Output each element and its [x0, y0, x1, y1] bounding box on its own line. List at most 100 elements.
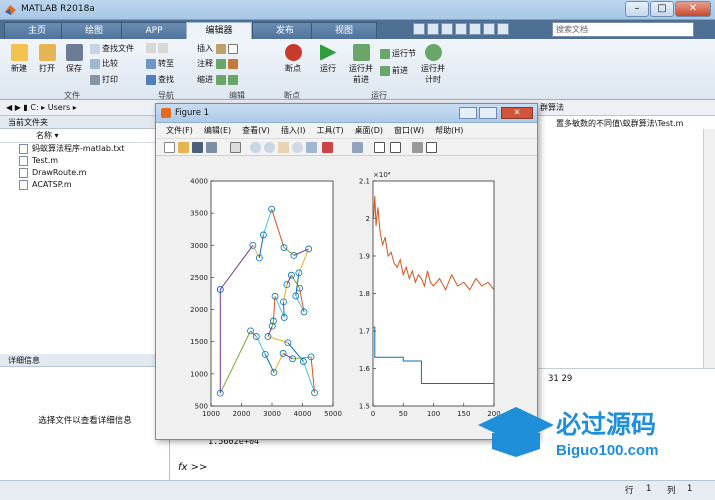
- figure-minimize-button[interactable]: [459, 107, 477, 119]
- close-button[interactable]: ✕: [675, 1, 711, 17]
- editor-path: 置多敏数的不同值\蚁群算法\Test.m: [556, 119, 684, 128]
- y-tick-label: 3000: [190, 242, 208, 250]
- y-tick-label: 4000: [190, 178, 208, 186]
- run-time-button[interactable]: 运行并计时: [420, 44, 446, 85]
- insert-button[interactable]: 插入: [197, 43, 240, 54]
- breakpoints-button[interactable]: 断点: [282, 44, 304, 74]
- details-message: 选择文件以查看详细信息: [38, 416, 132, 426]
- comment-button[interactable]: 注释: [197, 58, 240, 69]
- y-tick-label: 2000: [190, 306, 208, 314]
- quick-access-toolbar: [413, 23, 509, 35]
- watermark-url: Biguo100.com: [556, 442, 659, 459]
- save-icon[interactable]: [413, 23, 425, 35]
- run-time-icon: [424, 44, 442, 61]
- find-files-button[interactable]: 查找文件: [90, 43, 134, 54]
- redo-icon[interactable]: [483, 23, 495, 35]
- run-section-button[interactable]: 运行节: [380, 48, 416, 59]
- current-folder-title: 当前文件夹: [0, 116, 169, 129]
- menu-help[interactable]: 帮助(H): [435, 123, 463, 138]
- pan-icon[interactable]: [278, 142, 289, 153]
- rotate-icon[interactable]: [292, 142, 303, 153]
- row-label: 行: [625, 486, 634, 496]
- find-button[interactable]: 查找: [146, 74, 174, 85]
- current-folder-panel: 当前文件夹 名称 ▾ 蚂蚁算法程序-matlab.txt Test.m Draw…: [0, 116, 170, 354]
- forward-icon[interactable]: ▶: [15, 103, 21, 112]
- run-icon: [319, 44, 337, 61]
- tab-publish[interactable]: 发布: [252, 22, 318, 39]
- figure-canvas: 1000 2000 3000 4000 5000 500 1000 1500 2000 2500 3…: [156, 157, 537, 439]
- figure-maximize-button[interactable]: [479, 107, 497, 119]
- new-button[interactable]: 新建: [8, 44, 30, 74]
- brush-icon[interactable]: [322, 142, 333, 153]
- undo-icon[interactable]: [469, 23, 481, 35]
- menu-insert[interactable]: 插入(I): [281, 123, 306, 138]
- list-item[interactable]: ACATSP.m: [0, 179, 169, 191]
- menu-window[interactable]: 窗口(W): [394, 123, 424, 138]
- advance-button[interactable]: 前进: [380, 65, 408, 76]
- menu-file[interactable]: 文件(F): [166, 123, 193, 138]
- save-button[interactable]: 保存: [63, 44, 85, 74]
- tab-view[interactable]: 视图: [311, 22, 377, 39]
- x-tick-label: 2000: [233, 410, 251, 418]
- data-cursor-icon[interactable]: [306, 142, 317, 153]
- figure-window[interactable]: Figure 1 ✕ 文件(F) 编辑(E) 查看(V) 插入(I) 工具(T)…: [155, 103, 538, 440]
- hide-tools-icon[interactable]: [412, 142, 423, 153]
- show-tools-icon[interactable]: [426, 142, 437, 153]
- new-icon: [10, 44, 28, 61]
- y-tick-label: 1.6: [359, 365, 371, 373]
- plot-canvas: 1000 2000 3000 4000 500050010001500200025003…: [190, 171, 501, 418]
- copy-icon[interactable]: [441, 23, 453, 35]
- nav-arrows[interactable]: [146, 43, 170, 53]
- legend-icon[interactable]: [390, 142, 401, 153]
- menu-desktop[interactable]: 桌面(D): [355, 123, 383, 138]
- address-users[interactable]: Users: [48, 103, 70, 112]
- address-drive[interactable]: C:: [30, 103, 38, 112]
- x-tick-label: 4000: [294, 410, 312, 418]
- goto-button[interactable]: 转至: [146, 58, 174, 69]
- link-plot-icon[interactable]: [352, 142, 363, 153]
- window-title: MATLAB R2018a: [21, 4, 95, 14]
- command-prompt[interactable]: fx >>: [178, 462, 207, 473]
- run-button[interactable]: 运行: [317, 44, 339, 74]
- save-icon[interactable]: [192, 142, 203, 153]
- cut-icon[interactable]: [427, 23, 439, 35]
- tab-editor[interactable]: 编辑器: [186, 22, 252, 39]
- watermark-name: 必过源码: [556, 411, 656, 439]
- new-figure-icon[interactable]: [164, 142, 175, 153]
- minimize-button[interactable]: –: [625, 1, 649, 17]
- run-advance-button[interactable]: 运行并前进: [348, 44, 374, 85]
- zoom-in-icon[interactable]: [250, 142, 261, 153]
- open-icon[interactable]: [178, 142, 189, 153]
- figure-close-button[interactable]: ✕: [501, 107, 533, 119]
- indent-button[interactable]: 缩进: [197, 74, 240, 85]
- help-icon[interactable]: [497, 23, 509, 35]
- figure-title: Figure 1: [175, 108, 210, 118]
- x-tick-label: 3000: [263, 410, 281, 418]
- print-button[interactable]: 打印: [90, 74, 118, 85]
- menu-view[interactable]: 查看(V): [242, 123, 270, 138]
- zoom-out-icon[interactable]: [264, 142, 275, 153]
- back-icon[interactable]: ◀: [6, 103, 12, 112]
- command-output-numbers: 31 29: [548, 374, 573, 384]
- tab-plots[interactable]: 绘图: [61, 22, 127, 39]
- list-item[interactable]: DrawRoute.m: [0, 167, 169, 179]
- column-header-name[interactable]: 名称 ▾: [0, 129, 169, 143]
- colorbar-icon[interactable]: [374, 142, 385, 153]
- tab-apps[interactable]: APP: [121, 22, 187, 39]
- editor-scrollbar[interactable]: [703, 129, 715, 368]
- list-item[interactable]: Test.m: [0, 155, 169, 167]
- menu-edit[interactable]: 编辑(E): [204, 123, 231, 138]
- list-item[interactable]: 蚂蚁算法程序-matlab.txt: [0, 143, 169, 155]
- y-tick-label: 1.8: [359, 290, 370, 298]
- maximize-button[interactable]: □: [650, 1, 674, 17]
- open-button[interactable]: 打开: [36, 44, 58, 74]
- print-icon[interactable]: [206, 142, 217, 153]
- search-input[interactable]: 搜索文档: [552, 22, 694, 37]
- y-tick-label: 1.5: [359, 403, 370, 411]
- compare-button[interactable]: 比较: [90, 58, 118, 69]
- x-tick-label: 5000: [324, 410, 342, 418]
- y-tick-label: 1.7: [359, 328, 370, 336]
- pointer-icon[interactable]: [230, 142, 241, 153]
- menu-tools[interactable]: 工具(T): [316, 123, 343, 138]
- paste-icon[interactable]: [455, 23, 467, 35]
